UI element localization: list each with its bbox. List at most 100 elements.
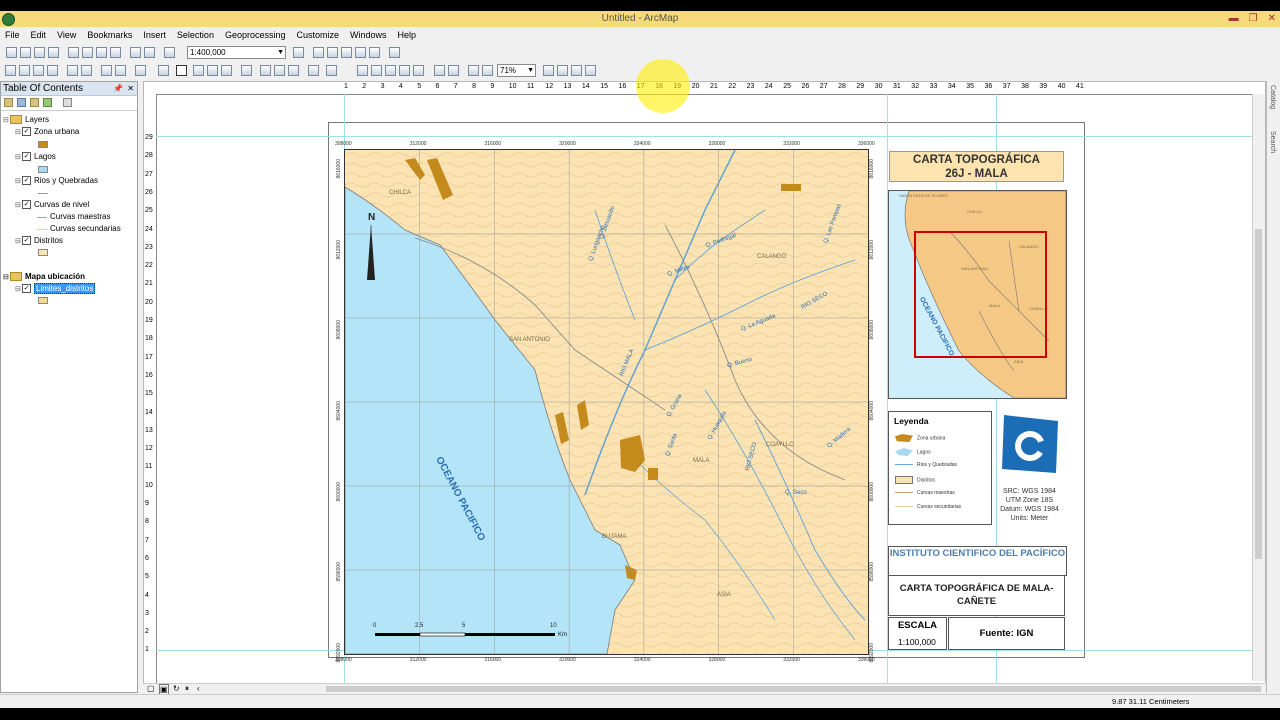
layer-distritos[interactable]: ⊟ ✓ Distritos (15, 236, 63, 246)
layer-visibility-checkbox[interactable]: ✓ (22, 200, 31, 210)
new-icon[interactable] (6, 47, 17, 58)
menu-item[interactable]: Bookmarks (87, 28, 132, 43)
layer-visibility-checkbox[interactable]: ✓ (22, 284, 31, 294)
close-button[interactable]: ✕ (1268, 11, 1276, 27)
search-tab[interactable]: Search (1269, 131, 1276, 153)
table-icon[interactable] (313, 47, 324, 58)
vertical-ruler[interactable]: 29 28 27 26 25 24 23 22 21 20 19 18 17 16 15 14 13 12 11 10… (144, 94, 157, 684)
guide-line[interactable] (156, 136, 1256, 137)
full-extent-icon[interactable] (47, 65, 58, 76)
maximize-button[interactable]: ❐ (1249, 11, 1258, 27)
menu-item[interactable]: File (5, 28, 20, 43)
source-box[interactable]: Fuente: IGN (948, 617, 1065, 650)
options-icon[interactable] (63, 98, 72, 107)
map-subtitle[interactable]: CARTA TOPOGRÁFICA DE MALA-CAÑETE (888, 575, 1065, 616)
layer-visibility-checkbox[interactable]: ✓ (22, 127, 31, 137)
zoom-percent-combo[interactable]: 71% ▼ (497, 64, 536, 77)
toc-icon[interactable] (327, 47, 338, 58)
menu-item[interactable]: Edit (31, 28, 47, 43)
list-by-selection-icon[interactable] (43, 98, 52, 107)
fixed-zoom-out-icon[interactable] (81, 65, 92, 76)
collapse-icon[interactable]: ⊟ (15, 128, 22, 136)
rios-symbol[interactable] (38, 193, 48, 194)
legend[interactable]: Leyenda Zona urbana Lagos Rios y Quebrad… (888, 411, 992, 525)
menu-item[interactable]: Insert (143, 28, 166, 43)
scale-box[interactable]: ESCALA 1:100,000 (888, 617, 947, 650)
minimize-button[interactable]: ▬ (1229, 11, 1239, 27)
select-elements-icon[interactable] (176, 65, 187, 76)
clear-selection-icon[interactable] (158, 65, 169, 76)
catalog-tab[interactable]: Catalog (1269, 85, 1276, 109)
focus-data-frame-icon[interactable] (557, 65, 568, 76)
redo-icon[interactable] (144, 47, 155, 58)
collapse-icon[interactable]: ⊟ (15, 285, 22, 293)
horizontal-scrollbar[interactable]: ▢ ▣ ↻ ⏸ ‹ (143, 683, 1266, 695)
layout-zoom-out-icon[interactable] (371, 65, 382, 76)
menu-item[interactable]: Geoprocessing (225, 28, 286, 43)
data-driven-pages-icon[interactable] (585, 65, 596, 76)
vertical-scrollbar[interactable] (1252, 94, 1265, 681)
institute-logo[interactable] (1000, 413, 1060, 475)
layer-rios-quebradas[interactable]: ⊟ ✓ Rios y Quebradas (15, 176, 98, 186)
data-frame-mapa-ubicacion[interactable]: ⊟ Mapa ubicación (3, 272, 85, 282)
previous-extent-icon[interactable] (468, 65, 479, 76)
menu-item[interactable]: Customize (297, 28, 340, 43)
fixed-zoom-in-icon[interactable] (67, 65, 78, 76)
zoom-in-icon[interactable] (5, 65, 16, 76)
forward-icon[interactable] (115, 65, 126, 76)
location-inset-map[interactable]: OCEANO PACIFICO SANTA CRUZ DE FLORES CHI… (888, 190, 1067, 399)
layer-visibility-checkbox[interactable]: ✓ (22, 236, 31, 246)
back-icon[interactable] (101, 65, 112, 76)
scroll-left-icon[interactable]: ‹ (197, 684, 200, 693)
close-icon[interactable]: ✕ (127, 82, 134, 95)
goto-xy-icon[interactable] (288, 65, 299, 76)
scale-combo[interactable]: 1:400,000 ▼ (187, 46, 286, 59)
map-title-block[interactable]: CARTA TOPOGRÁFICA 26J - MALA (889, 151, 1064, 182)
editor-icon[interactable] (293, 47, 304, 58)
main-map-frame[interactable]: N CHILCA CALANGO SAN ANTONIO MALA COAYLL… (344, 149, 869, 655)
menu-item[interactable]: Help (398, 28, 417, 43)
pan-icon[interactable] (33, 65, 44, 76)
select-features-icon[interactable] (135, 65, 146, 76)
data-frame-layers[interactable]: ⊟ Layers (3, 115, 49, 125)
undo-icon[interactable] (130, 47, 141, 58)
print-icon[interactable] (48, 47, 59, 58)
menu-item[interactable]: Windows (350, 28, 387, 43)
curvas-maestras-symbol[interactable] (37, 217, 47, 218)
collapse-icon[interactable]: ⊟ (15, 237, 22, 245)
collapse-icon[interactable]: ⊟ (15, 201, 22, 209)
menu-item[interactable]: Selection (177, 28, 214, 43)
layout-view-toggle-icon[interactable]: ▢ (147, 684, 155, 693)
layer-limites-distritos[interactable]: ⊟ ✓ Limites_distritos (15, 283, 96, 294)
measure-icon[interactable] (241, 65, 252, 76)
add-data-icon[interactable] (164, 47, 175, 58)
curvas-secundarias-symbol[interactable] (37, 229, 47, 230)
arctoolbox-icon[interactable] (369, 47, 380, 58)
collapse-icon[interactable]: ⊟ (15, 177, 22, 185)
time-slider-icon[interactable] (308, 65, 319, 76)
viewer-icon[interactable] (326, 65, 337, 76)
identify-icon[interactable] (193, 65, 204, 76)
route-icon[interactable] (274, 65, 285, 76)
hyperlink-icon[interactable] (207, 65, 218, 76)
limites-distritos-symbol[interactable] (38, 297, 48, 304)
zoom-100-icon[interactable] (413, 65, 424, 76)
list-by-drawing-order-icon[interactable] (4, 98, 13, 107)
open-icon[interactable] (20, 47, 31, 58)
fixed-zoom-in-layout-icon[interactable] (434, 65, 445, 76)
vertical-scroll-thumb[interactable] (1255, 229, 1262, 559)
institute-name[interactable]: INSTITUTO CIENTIFICO DEL PACÍFICO (888, 546, 1067, 576)
search-icon[interactable] (355, 47, 366, 58)
pin-icon[interactable]: 📌 (113, 82, 123, 95)
layout-pan-icon[interactable] (385, 65, 396, 76)
menu-item[interactable]: View (57, 28, 76, 43)
cut-icon[interactable] (68, 47, 79, 58)
layout-view[interactable]: 1234567891011121314151617181920212223242… (143, 81, 1266, 686)
html-popup-icon[interactable] (221, 65, 232, 76)
layer-visibility-checkbox[interactable]: ✓ (22, 176, 31, 186)
delete-icon[interactable] (110, 47, 121, 58)
list-by-source-icon[interactable] (17, 98, 26, 107)
layer-lagos[interactable]: ⊟ ✓ Lagos (15, 152, 56, 162)
layer-visibility-checkbox[interactable]: ✓ (22, 152, 31, 162)
refresh-icon[interactable]: ↻ (173, 684, 180, 693)
